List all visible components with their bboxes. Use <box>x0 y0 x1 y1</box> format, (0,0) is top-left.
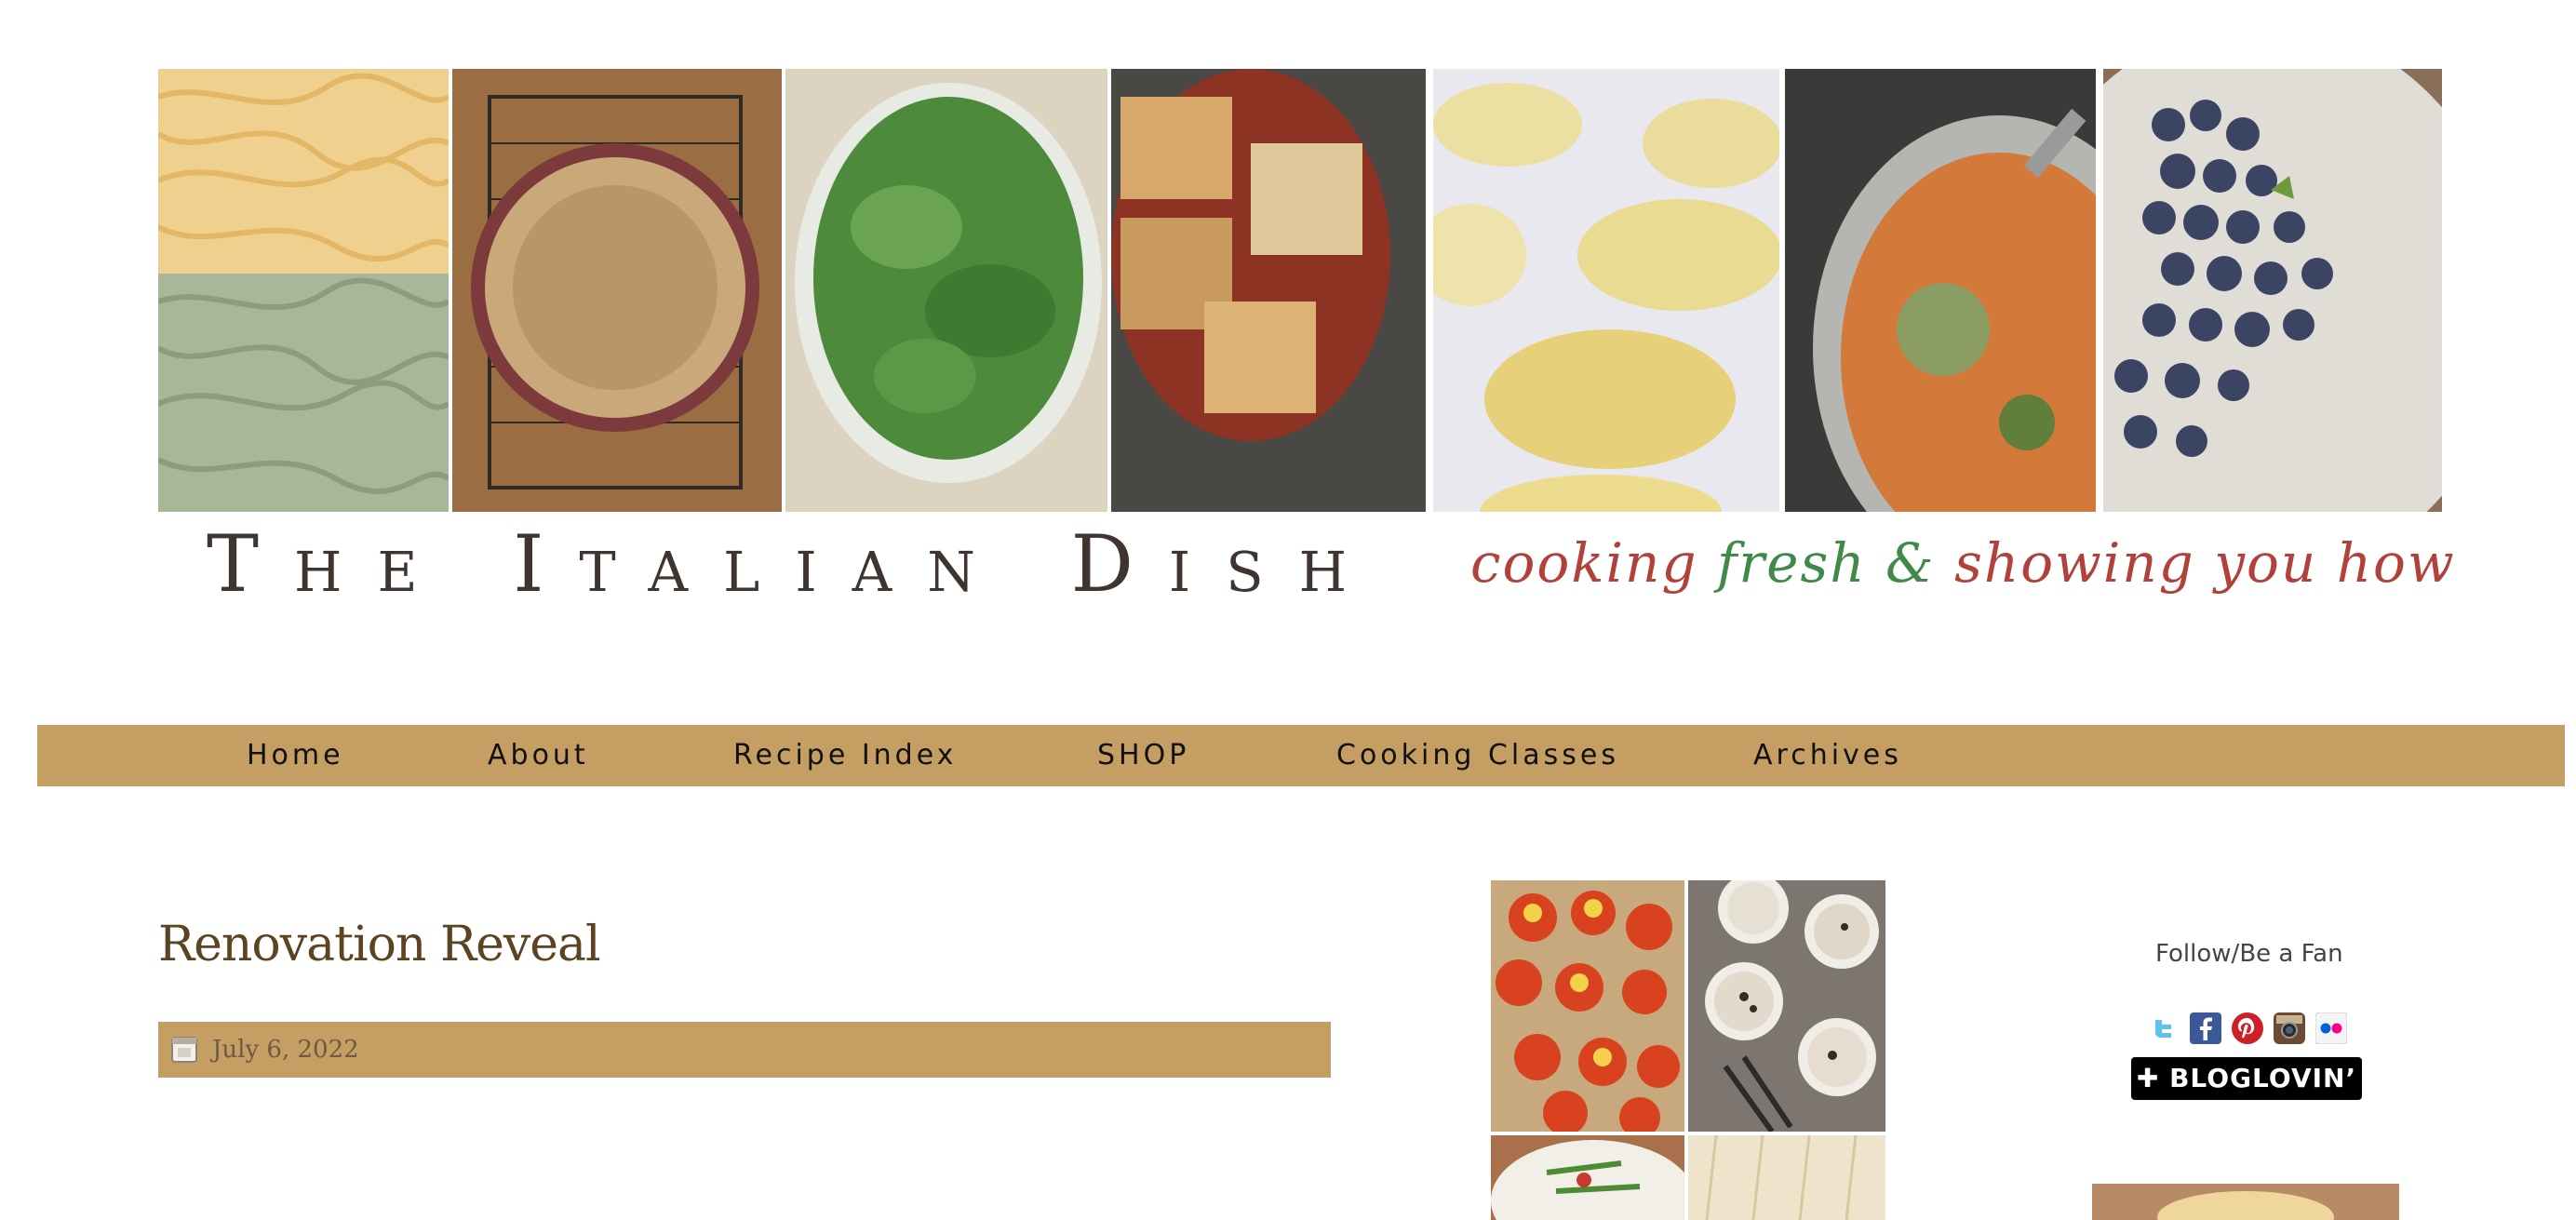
nav-item-cooking-classes[interactable]: Cooking Classes <box>1336 725 1619 786</box>
pasta-rounds-photo <box>1433 69 1779 512</box>
lasagna-photo <box>1111 69 1426 512</box>
instagram-icon[interactable] <box>2274 1012 2305 1044</box>
pudding-cups-photo[interactable] <box>1688 880 1885 1132</box>
featured-recipes-collage[interactable] <box>1491 880 1885 1220</box>
blueberries-photo <box>2103 69 2442 512</box>
soup-photo <box>1785 69 2096 512</box>
green-bean-salad-photo[interactable] <box>1491 1135 1684 1220</box>
main-nav: Home About Recipe Index SHOP Cooking Cla… <box>37 725 2565 786</box>
nav-item-shop[interactable]: SHOP <box>1097 725 1189 786</box>
bloglovin-button[interactable]: ✚ BLOGLOVIN’ <box>2131 1057 2362 1100</box>
post-title[interactable]: Renovation Reveal <box>158 917 601 972</box>
nav-item-archives[interactable]: Archives <box>1753 725 1902 786</box>
tagline-text: cooking fresh & showing you how <box>1470 531 2456 595</box>
post-meta-bar: July 6, 2022 <box>158 1022 1331 1078</box>
site-tagline: cooking fresh & showing you how <box>1470 536 2456 590</box>
calendar-icon <box>171 1035 197 1063</box>
pasta-photo <box>158 69 449 512</box>
tagline-green-text: fresh & <box>1716 531 1936 595</box>
follow-label: Follow/Be a Fan <box>2155 940 2343 968</box>
nav-item-recipe-index[interactable]: Recipe Index <box>733 725 957 786</box>
post-date: July 6, 2022 <box>212 1036 359 1064</box>
flickr-icon[interactable] <box>2315 1012 2347 1044</box>
nav-item-home[interactable]: Home <box>247 725 344 786</box>
sidebar-thumbnail-photo[interactable] <box>2092 1184 2399 1220</box>
header-banner[interactable]: The Italian Dish cooking fresh & showing… <box>158 69 2454 603</box>
ravioli-photo[interactable] <box>1688 1135 1885 1220</box>
pinterest-icon[interactable] <box>2232 1012 2263 1044</box>
spinach-photo <box>785 69 1107 512</box>
site-title[interactable]: The Italian Dish <box>207 525 1382 603</box>
tomato-bites-photo[interactable] <box>1491 880 1684 1132</box>
pie-photo <box>452 69 782 512</box>
nav-item-about[interactable]: About <box>488 725 589 786</box>
facebook-icon[interactable] <box>2190 1012 2221 1044</box>
twitter-icon[interactable] <box>2148 1012 2180 1044</box>
